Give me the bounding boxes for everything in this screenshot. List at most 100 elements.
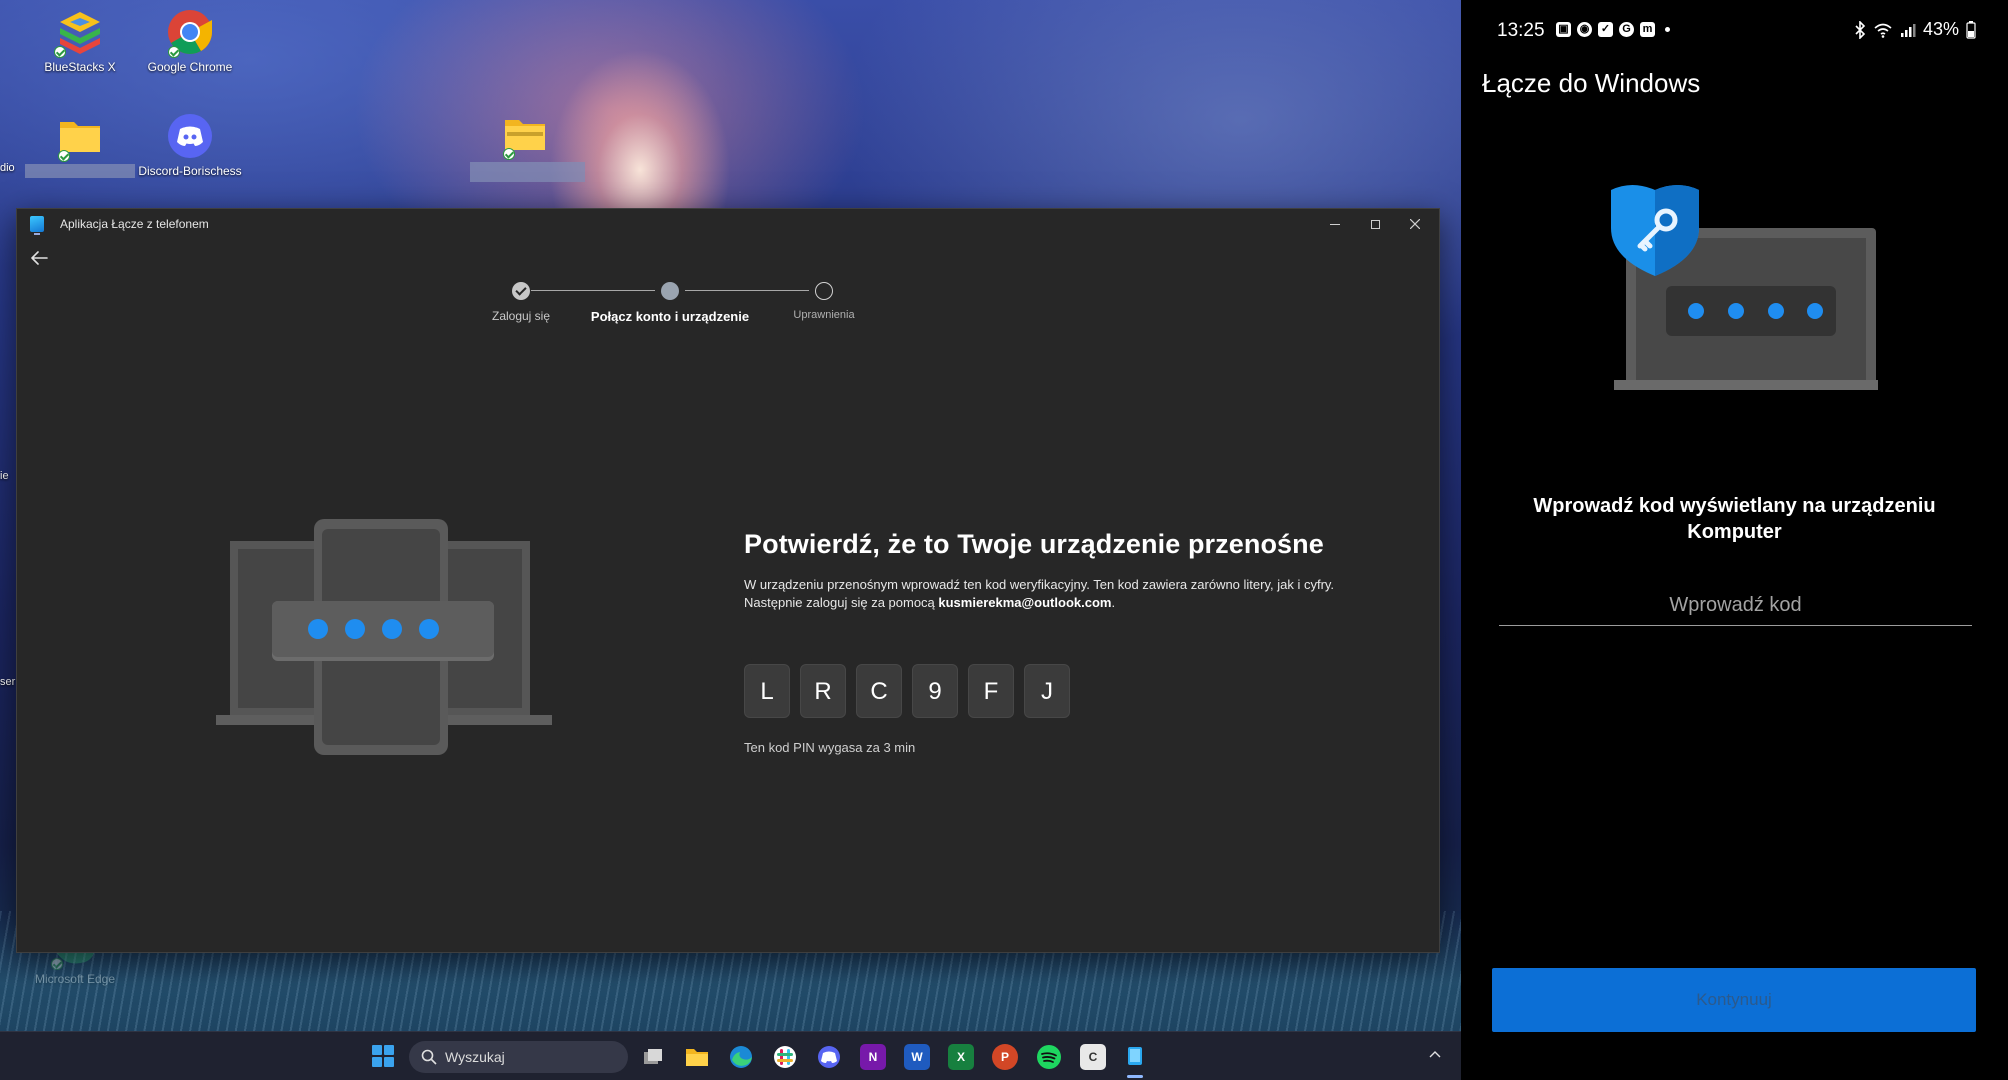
continue-button[interactable]: Kontynuuj xyxy=(1492,968,1976,1032)
windows-logo-icon xyxy=(384,1045,394,1055)
close-button[interactable] xyxy=(1395,209,1435,239)
gallery-icon: ▣ xyxy=(1556,22,1571,37)
instructions-text: W urządzeniu przenośnym wprowadź ten kod… xyxy=(744,576,1384,612)
folder-icon xyxy=(56,112,104,162)
title-bar[interactable]: Aplikacja Łącze z telefonem xyxy=(17,209,1439,239)
bluetooth-icon xyxy=(1855,20,1866,39)
desktop-icon-edge[interactable]: Microsoft Edge xyxy=(10,950,140,986)
desktop-icon-archive[interactable] xyxy=(470,110,585,182)
step-connector xyxy=(531,290,655,291)
code-char: 9 xyxy=(912,664,958,718)
edge-icon xyxy=(51,950,99,970)
active-app-indicator xyxy=(1127,1075,1143,1078)
task-view-icon[interactable] xyxy=(640,1044,666,1070)
sync-check-icon xyxy=(168,46,180,58)
code-char: C xyxy=(856,664,902,718)
phone-instruction: Wprowadź kod wyświetlany na urządzeniu K… xyxy=(1533,495,1936,543)
step-label-connect: Połącz konto i urządzenie xyxy=(590,309,750,324)
desktop-icon-discord[interactable]: Discord-Borischess xyxy=(135,112,245,178)
back-arrow-icon xyxy=(31,251,48,265)
status-time: 13:25 xyxy=(1497,20,1545,41)
instructions-text-end: . xyxy=(1111,595,1116,610)
spotify-icon[interactable] xyxy=(1036,1044,1062,1070)
phone-link-taskbar-icon[interactable] xyxy=(1122,1044,1148,1070)
step-label-sign-in: Zaloguj się xyxy=(491,309,551,323)
windows-logo-icon xyxy=(384,1057,394,1067)
start-button[interactable] xyxy=(372,1045,394,1067)
search-placeholder: Wyszukaj xyxy=(445,1049,505,1065)
step-pending-dot xyxy=(815,282,833,300)
code-char: R xyxy=(800,664,846,718)
signal-icon xyxy=(1900,23,1916,37)
sync-check-icon xyxy=(51,958,63,970)
screen: BlueStacks X Google Chrome Discord-Boris… xyxy=(0,0,2008,1080)
phone-screen: 13:25 ▣ ◉ ✓ G m 43% Łącze do Windows Wpr… xyxy=(1461,0,2008,1080)
maximize-icon xyxy=(1370,219,1380,229)
desktop-icon-label: Google Chrome xyxy=(147,60,233,74)
onenote-icon[interactable]: N xyxy=(860,1044,886,1070)
code-char: L xyxy=(744,664,790,718)
minimize-icon xyxy=(1330,223,1340,225)
bluestacks-icon xyxy=(54,8,104,58)
code-input[interactable] xyxy=(1499,585,1972,626)
cut-off-label: dio xyxy=(0,162,15,174)
file-explorer-icon[interactable] xyxy=(684,1044,710,1070)
search-icon xyxy=(421,1049,437,1065)
step-current-dot xyxy=(661,282,679,300)
status-bar: 13:25 ▣ ◉ ✓ G m 43% xyxy=(1461,0,2008,60)
google-icon: G xyxy=(1619,22,1634,37)
desktop-icon-label: Discord-Borischess xyxy=(138,164,242,178)
slack-icon[interactable] xyxy=(772,1044,798,1070)
code-char: F xyxy=(968,664,1014,718)
desktop-icon-label: BlueStacks X xyxy=(44,60,116,74)
discord-icon[interactable] xyxy=(816,1044,842,1070)
redacted-label xyxy=(470,162,585,182)
maximize-button[interactable] xyxy=(1355,209,1395,239)
pc-security-illustration xyxy=(1596,180,1896,410)
window-title: Aplikacja Łącze z telefonem xyxy=(60,217,209,231)
message-icon: m xyxy=(1640,22,1655,37)
notification-icons: ▣ ◉ ✓ G m xyxy=(1556,22,1670,37)
taskbar: Wyszukaj N W X P C xyxy=(0,1031,1461,1080)
redacted-label xyxy=(25,164,135,178)
account-email: kusmierekma@outlook.com xyxy=(938,595,1112,610)
step-connector xyxy=(685,290,809,291)
sync-check-icon xyxy=(54,46,66,58)
sync-check-icon xyxy=(58,150,70,162)
excel-icon[interactable]: X xyxy=(948,1044,974,1070)
chevron-up-icon[interactable] xyxy=(1428,1048,1442,1062)
minimize-button[interactable] xyxy=(1315,209,1355,239)
code-char: J xyxy=(1024,664,1070,718)
clipboard-app-icon[interactable]: C xyxy=(1080,1044,1106,1070)
windows-logo-icon xyxy=(372,1045,382,1055)
phone-app-title: Łącze do Windows xyxy=(1482,68,1701,98)
devices-illustration xyxy=(212,519,552,759)
desktop-icon-folder[interactable] xyxy=(25,112,135,178)
pin-expiry-note: Ten kod PIN wygasa za 3 min xyxy=(744,740,916,755)
cut-off-label: ie xyxy=(0,470,9,482)
battery-percent: 43% xyxy=(1922,19,1959,39)
step-done-check-icon xyxy=(512,282,530,300)
powerpoint-icon[interactable]: P xyxy=(992,1044,1018,1070)
close-icon xyxy=(1409,218,1421,230)
phone-link-window: Aplikacja Łącze z telefonem Zaloguj się … xyxy=(16,208,1440,953)
desktop-icon-label: Microsoft Edge xyxy=(34,972,116,986)
edge-icon[interactable] xyxy=(728,1044,754,1070)
verification-content: Potwierdź, że to Twoje urządzenie przeno… xyxy=(744,529,1384,755)
sync-check-icon xyxy=(503,148,515,160)
verification-code: L R C 9 F J xyxy=(744,664,1384,718)
more-notifications-dot xyxy=(1665,27,1670,32)
taskbar-search[interactable]: Wyszukaj xyxy=(409,1041,628,1073)
desktop-icon-chrome[interactable]: Google Chrome xyxy=(135,8,245,74)
step-label-permissions: Uprawnienia xyxy=(793,309,855,321)
desktop-icon-bluestacks[interactable]: BlueStacks X xyxy=(25,8,135,74)
battery-icon xyxy=(1966,20,1976,39)
check-icon: ✓ xyxy=(1598,22,1613,37)
zip-folder-icon xyxy=(501,110,549,160)
word-icon[interactable]: W xyxy=(904,1044,930,1070)
discord-icon xyxy=(166,112,214,160)
wifi-icon xyxy=(1874,23,1892,38)
progress-stepper: Zaloguj się Połącz konto i urządzenie Up… xyxy=(492,271,957,331)
back-button[interactable] xyxy=(25,243,55,273)
phone-link-app-icon xyxy=(30,216,44,235)
